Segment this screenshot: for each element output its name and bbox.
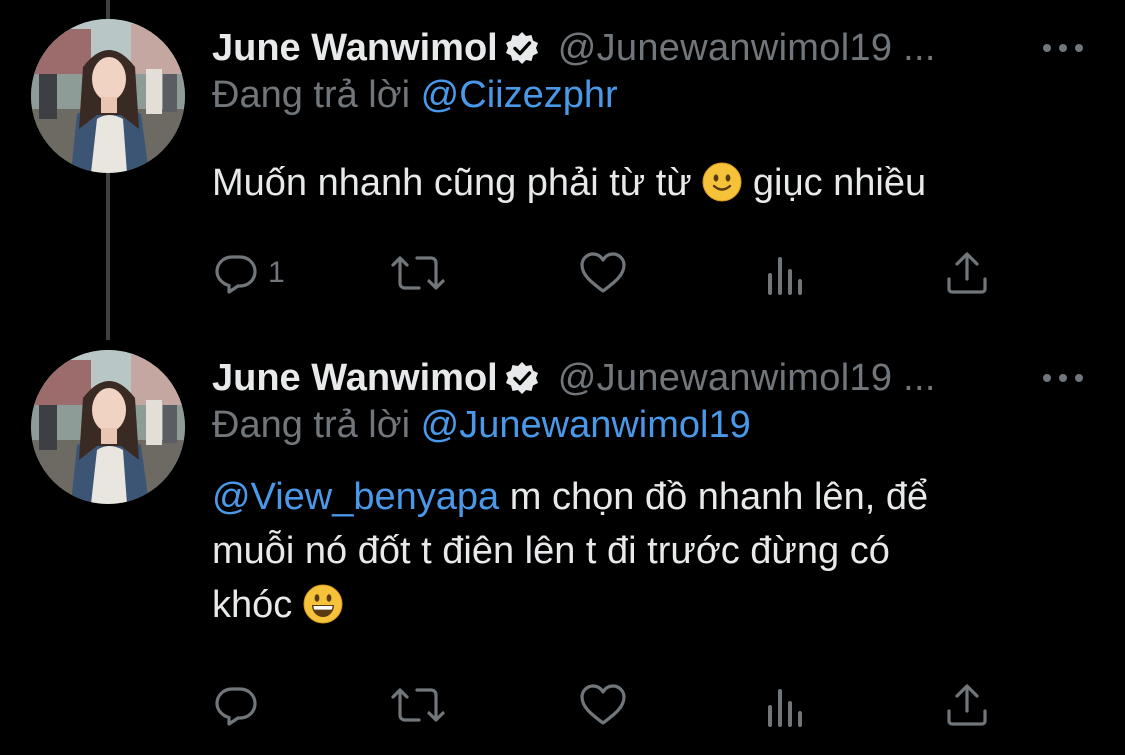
retweet-icon bbox=[391, 688, 445, 722]
tweet-text-line: @View_benyapa m chọn đồ nhanh lên, để bbox=[212, 470, 1052, 524]
tweet-text: @View_benyapa m chọn đồ nhanh lên, để mu… bbox=[212, 470, 1052, 632]
verified-badge-icon bbox=[505, 362, 538, 394]
more-options-icon[interactable] bbox=[1040, 28, 1086, 68]
like-icon bbox=[580, 684, 626, 725]
avatar[interactable] bbox=[31, 19, 185, 173]
reply-button[interactable]: 1 bbox=[212, 243, 285, 303]
like-button[interactable] bbox=[577, 675, 629, 735]
tweet-text-line: muỗi nó đốt t điên lên t đi trước đừng c… bbox=[212, 530, 890, 572]
body-mention[interactable]: @View_benyapa bbox=[212, 476, 499, 518]
tweet-text-part: giục nhiều bbox=[752, 162, 927, 204]
retweet-icon bbox=[391, 256, 445, 290]
tweet[interactable]: June Wanwimol @Junewanwimol19 ... Đang t… bbox=[0, 0, 1125, 340]
tweet-text-part: m chọn đồ nhanh lên, để bbox=[509, 476, 929, 518]
tweet-header: June Wanwimol @Junewanwimol19 ... bbox=[212, 24, 936, 72]
user-handle[interactable]: @Junewanwimol19 ... bbox=[558, 357, 936, 400]
views-icon bbox=[768, 689, 802, 727]
tweet[interactable]: June Wanwimol @Junewanwimol19 ... Đang t… bbox=[0, 330, 1125, 755]
slightly-smiling-face-emoji-icon bbox=[702, 162, 742, 202]
tweet-action-bar: 1 bbox=[212, 243, 1012, 303]
reply-icon bbox=[215, 687, 257, 726]
display-name[interactable]: June Wanwimol bbox=[212, 357, 498, 400]
avatar[interactable] bbox=[31, 350, 185, 504]
display-name[interactable]: June Wanwimol bbox=[212, 27, 498, 70]
share-button[interactable] bbox=[945, 243, 989, 303]
replying-to-mention[interactable]: @Junewanwimol19 bbox=[421, 404, 751, 446]
user-handle[interactable]: @Junewanwimol19 ... bbox=[558, 27, 936, 70]
replying-to-label: Đang trả lời bbox=[212, 404, 411, 446]
tweet-header: June Wanwimol @Junewanwimol19 ... bbox=[212, 354, 936, 402]
replying-to: Đang trả lời @Junewanwimol19 bbox=[212, 404, 751, 447]
tweet-action-bar bbox=[212, 675, 1012, 735]
tweet-text-line: khóc bbox=[212, 578, 1052, 632]
share-icon bbox=[947, 684, 987, 726]
reply-button[interactable] bbox=[212, 675, 260, 735]
verified-badge-icon bbox=[505, 32, 538, 64]
retweet-button[interactable] bbox=[387, 675, 449, 735]
replying-to-mention[interactable]: @Ciizezphr bbox=[421, 74, 618, 116]
replying-to: Đang trả lời @Ciizezphr bbox=[212, 74, 618, 117]
like-icon bbox=[580, 252, 626, 293]
tweet-text-part: khóc bbox=[212, 584, 293, 626]
more-options-icon[interactable] bbox=[1040, 358, 1086, 398]
grinning-face-emoji-icon bbox=[303, 584, 343, 624]
tweet-text: Muốn nhanh cũng phải từ từ giục nhiều bbox=[212, 156, 1052, 210]
reply-count: 1 bbox=[268, 256, 285, 289]
reply-icon bbox=[215, 255, 257, 294]
share-icon bbox=[947, 252, 987, 294]
views-button[interactable] bbox=[764, 243, 808, 303]
views-icon bbox=[768, 257, 802, 295]
share-button[interactable] bbox=[945, 675, 989, 735]
tweet-text-part: Muốn nhanh cũng phải từ từ bbox=[212, 162, 692, 204]
like-button[interactable] bbox=[577, 243, 629, 303]
views-button[interactable] bbox=[764, 675, 808, 735]
replying-to-label: Đang trả lời bbox=[212, 74, 411, 116]
retweet-button[interactable] bbox=[387, 243, 449, 303]
